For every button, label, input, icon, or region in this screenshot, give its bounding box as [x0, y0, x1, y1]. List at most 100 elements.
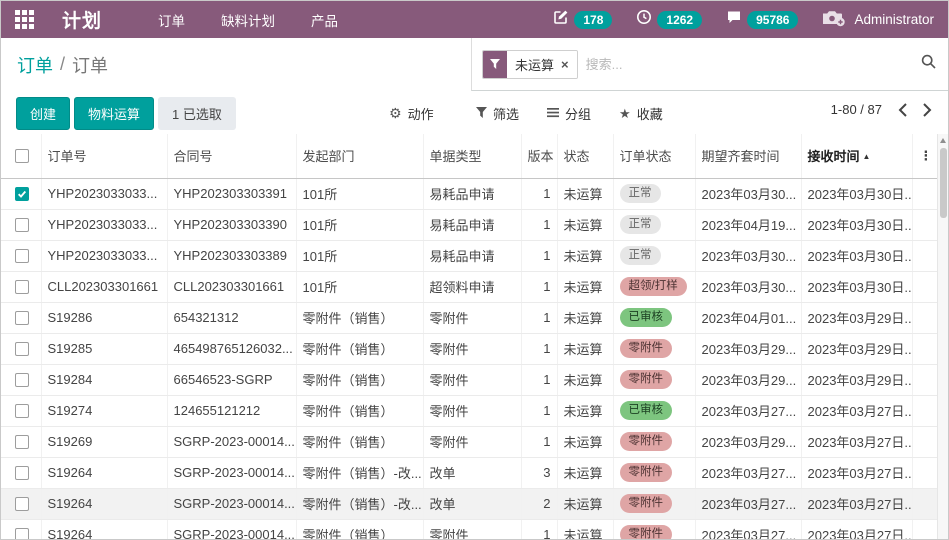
- cell-dept: 101所: [296, 271, 423, 302]
- cell-version: 1: [521, 271, 557, 302]
- row-checkbox[interactable]: [15, 373, 29, 387]
- cell-received_date: 2023年03月30日...: [801, 178, 912, 209]
- star-icon: ★: [619, 106, 631, 122]
- row-trailing-cell: [912, 178, 939, 209]
- cell-version: 1: [521, 519, 557, 540]
- table-row[interactable]: S19269SGRP-2023-00014...零附件（销售）零附件1未运算零附…: [1, 426, 939, 457]
- table-row[interactable]: S1928466546523-SGRP零附件（销售）零附件1未运算零附件2023…: [1, 364, 939, 395]
- column-header-expected_date[interactable]: 期望齐套时间: [695, 134, 801, 178]
- column-header-contract_no[interactable]: 合同号: [167, 134, 296, 178]
- menu-item-products[interactable]: 产品: [311, 10, 338, 30]
- table-row[interactable]: S19285465498765126032...零附件（销售）零附件1未运算零附…: [1, 333, 939, 364]
- orders-table-wrap: 订单号合同号发起部门单据类型版本状态订单状态期望齐套时间接收时间▲⋮ YHP20…: [1, 134, 939, 540]
- row-checkbox[interactable]: [15, 218, 29, 232]
- row-trailing-cell: [912, 395, 939, 426]
- table-row[interactable]: S19274124655121212零附件（销售）零附件1未运算已审核2023年…: [1, 395, 939, 426]
- material-compute-button[interactable]: 物料运算: [74, 97, 154, 130]
- cell-contract_no: YHP202303303391: [167, 178, 296, 209]
- group-by-button[interactable]: 分组: [547, 104, 591, 123]
- table-row[interactable]: YHP2023033033...YHP202303303389101所易耗品申请…: [1, 240, 939, 271]
- table-row[interactable]: CLL202303301661CLL202303301661101所超领料申请1…: [1, 271, 939, 302]
- optional-columns-icon[interactable]: ⋮: [912, 134, 939, 178]
- create-button[interactable]: 创建: [16, 97, 70, 130]
- scrollbar-up-icon[interactable]: [940, 138, 946, 143]
- order-status-badge: 超领/打样: [620, 277, 687, 296]
- search-input[interactable]: [586, 57, 913, 72]
- cell-expected_date: 2023年03月27...: [695, 457, 801, 488]
- pager-range: 1-80 / 87: [831, 102, 882, 117]
- column-header-received_date[interactable]: 接收时间▲: [801, 134, 912, 178]
- row-checkbox[interactable]: [15, 528, 29, 540]
- favorites-button[interactable]: ★ 收藏: [619, 104, 663, 123]
- row-trailing-cell: [912, 271, 939, 302]
- cell-version: 1: [521, 178, 557, 209]
- row-select-cell: [1, 178, 41, 209]
- row-checkbox[interactable]: [15, 187, 29, 201]
- cell-status: 未运算: [557, 488, 613, 519]
- cell-doc_type: 改单: [423, 488, 521, 519]
- column-header-dept[interactable]: 发起部门: [296, 134, 423, 178]
- table-row[interactable]: S19286654321312零附件（销售）零附件1未运算已审核2023年04月…: [1, 302, 939, 333]
- pager-next-icon[interactable]: [923, 103, 932, 117]
- app-title[interactable]: 计划: [62, 6, 102, 33]
- cell-status: 未运算: [557, 395, 613, 426]
- cell-expected_date: 2023年03月29...: [695, 426, 801, 457]
- row-checkbox[interactable]: [15, 342, 29, 356]
- breadcrumb-current: 订单: [72, 52, 108, 78]
- row-checkbox[interactable]: [15, 404, 29, 418]
- cell-dept: 101所: [296, 209, 423, 240]
- breadcrumb-parent-link[interactable]: 订单: [17, 52, 53, 78]
- filters-button[interactable]: 筛选: [476, 104, 519, 123]
- control-buttons-row: 创建 物料运算 1 已选取 ⚙ 动作 筛选 分组 ★ 收藏: [1, 91, 948, 134]
- scrollbar-thumb[interactable]: [940, 148, 947, 218]
- column-header-doc_type[interactable]: 单据类型: [423, 134, 521, 178]
- cell-expected_date: 2023年03月30...: [695, 178, 801, 209]
- cell-received_date: 2023年03月27日...: [801, 488, 912, 519]
- row-checkbox[interactable]: [15, 466, 29, 480]
- table-row[interactable]: S19264SGRP-2023-00014...零附件（销售）-改...改单3未…: [1, 457, 939, 488]
- column-header-version[interactable]: 版本: [521, 134, 557, 178]
- table-row[interactable]: S19264SGRP-2023-00014...零附件（销售）零附件1未运算零附…: [1, 519, 939, 540]
- column-header-order_status[interactable]: 订单状态: [613, 134, 695, 178]
- row-trailing-cell: [912, 302, 939, 333]
- row-checkbox[interactable]: [15, 280, 29, 294]
- cell-order_no: YHP2023033033...: [41, 209, 167, 240]
- cell-order_status: 零附件: [613, 364, 695, 395]
- action-menu-button[interactable]: ⚙ 动作: [389, 104, 434, 123]
- row-trailing-cell: [912, 519, 939, 540]
- row-checkbox[interactable]: [15, 249, 29, 263]
- column-header-order_no[interactable]: 订单号: [41, 134, 167, 178]
- cell-expected_date: 2023年04月19...: [695, 209, 801, 240]
- bars-icon: [547, 106, 559, 121]
- search-icon[interactable]: [921, 54, 936, 74]
- select-all-checkbox[interactable]: [15, 149, 29, 163]
- cell-doc_type: 零附件: [423, 519, 521, 540]
- cell-order_no: S19274: [41, 395, 167, 426]
- row-checkbox[interactable]: [15, 497, 29, 511]
- pending-counter[interactable]: 1262: [636, 9, 702, 30]
- selected-count-button[interactable]: 1 已选取: [158, 97, 236, 130]
- table-row[interactable]: S19264SGRP-2023-00014...零附件（销售）-改...改单2未…: [1, 488, 939, 519]
- table-row[interactable]: YHP2023033033...YHP202303303391101所易耗品申请…: [1, 178, 939, 209]
- apps-menu-icon[interactable]: [15, 10, 34, 29]
- row-checkbox[interactable]: [15, 311, 29, 325]
- cell-order_no: S19285: [41, 333, 167, 364]
- menu-item-orders[interactable]: 订单: [158, 10, 185, 30]
- menu-item-shortage-plan[interactable]: 缺料计划: [221, 10, 275, 30]
- order-status-badge: 零附件: [620, 525, 673, 540]
- row-checkbox[interactable]: [15, 435, 29, 449]
- cell-status: 未运算: [557, 302, 613, 333]
- avatar-camera-icon: [822, 9, 846, 30]
- messages-counter[interactable]: 95786: [726, 9, 798, 30]
- user-menu[interactable]: Administrator: [822, 9, 934, 30]
- sort-ascending-icon: ▲: [863, 152, 871, 161]
- cell-expected_date: 2023年03月27...: [695, 519, 801, 540]
- pending-count-badge: 1262: [657, 11, 702, 29]
- cell-status: 未运算: [557, 240, 613, 271]
- table-row[interactable]: YHP2023033033...YHP202303303390101所易耗品申请…: [1, 209, 939, 240]
- facet-remove-icon[interactable]: ×: [561, 58, 569, 71]
- pager-previous-icon[interactable]: [898, 103, 907, 117]
- activities-counter[interactable]: 178: [553, 9, 612, 30]
- cell-received_date: 2023年03月27日...: [801, 395, 912, 426]
- column-header-status[interactable]: 状态: [557, 134, 613, 178]
